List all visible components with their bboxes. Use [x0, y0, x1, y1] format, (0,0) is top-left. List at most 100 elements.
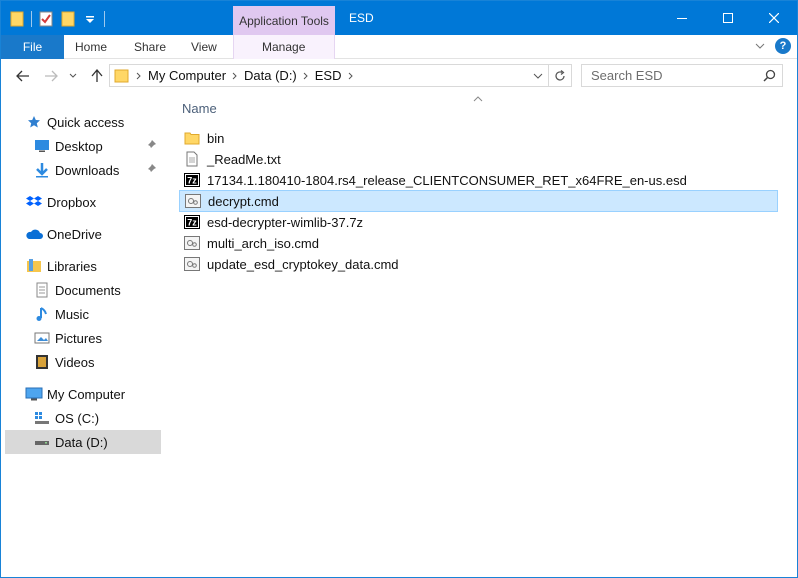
- up-button[interactable]: [87, 66, 107, 86]
- file-row[interactable]: 7z 17134.1.180410-1804.rs4_release_CLIEN…: [178, 169, 778, 191]
- cmd-file-icon: [183, 255, 201, 273]
- nav-quick-access[interactable]: Quick access: [25, 110, 161, 134]
- nav-label: Libraries: [47, 258, 97, 274]
- nav-pictures[interactable]: Pictures: [33, 326, 161, 350]
- nav-music[interactable]: Music: [33, 302, 161, 326]
- nav-dropbox[interactable]: Dropbox: [25, 190, 161, 214]
- folder-icon: [183, 129, 201, 147]
- desktop-icon: [33, 137, 51, 155]
- customize-toolbar-icon[interactable]: [82, 10, 98, 28]
- nav-downloads[interactable]: Downloads: [33, 158, 161, 182]
- expand-ribbon-icon[interactable]: [755, 39, 765, 53]
- recent-locations-icon[interactable]: [63, 66, 83, 86]
- chevron-right-icon[interactable]: [130, 72, 148, 80]
- nav-label: Documents: [55, 282, 121, 298]
- file-row[interactable]: _ReadMe.txt: [178, 148, 778, 170]
- videos-icon: [33, 353, 51, 371]
- toolbar-divider: [104, 11, 105, 27]
- nav-label: OS (C:): [55, 410, 100, 426]
- tab-share[interactable]: Share: [134, 35, 166, 59]
- toolbar-divider: [31, 11, 32, 27]
- file-name: decrypt.cmd: [208, 193, 279, 209]
- properties-icon[interactable]: [38, 10, 54, 28]
- pin-icon[interactable]: [145, 139, 157, 154]
- forward-button[interactable]: [41, 66, 61, 86]
- navigation-pane: Quick access Desktop Downloads Dropbox O…: [1, 94, 165, 576]
- nav-onedrive[interactable]: OneDrive: [25, 222, 161, 246]
- drive-d-icon: [33, 433, 51, 451]
- nav-label: Pictures: [55, 330, 102, 346]
- search-icon[interactable]: [763, 69, 776, 85]
- file-name: bin: [207, 130, 225, 146]
- ribbon-right-controls: ?: [755, 38, 791, 54]
- breadcrumb-esd[interactable]: ESD: [315, 68, 342, 83]
- svg-text:7z: 7z: [187, 218, 197, 228]
- downloads-icon: [33, 161, 51, 179]
- folder-icon: [114, 68, 130, 84]
- chevron-right-icon[interactable]: [297, 72, 315, 80]
- nav-label: Desktop: [55, 138, 103, 154]
- tab-manage[interactable]: Manage: [262, 35, 305, 59]
- refresh-button[interactable]: [549, 64, 572, 87]
- text-file-icon: [183, 150, 201, 168]
- quick-access-toolbar: [9, 9, 105, 29]
- close-button[interactable]: [751, 1, 797, 35]
- help-icon[interactable]: ?: [775, 38, 791, 54]
- breadcrumb: My Computer Data (D:) ESD: [110, 65, 360, 86]
- tab-view[interactable]: View: [191, 35, 217, 59]
- folder-icon[interactable]: [9, 10, 25, 28]
- minimize-button[interactable]: [659, 1, 705, 35]
- breadcrumb-data-d[interactable]: Data (D:): [244, 68, 297, 83]
- application-tools-context-tab: Application Tools: [233, 6, 335, 35]
- window-title: ESD: [349, 11, 374, 25]
- nav-label: Music: [55, 306, 89, 322]
- nav-label: OneDrive: [47, 226, 102, 242]
- nav-os-c[interactable]: OS (C:): [33, 406, 161, 430]
- music-icon: [33, 305, 51, 323]
- 7z-archive-icon: 7z: [183, 171, 201, 189]
- file-name: 17134.1.180410-1804.rs4_release_CLIENTCO…: [207, 172, 687, 188]
- nav-label: Downloads: [55, 162, 120, 178]
- nav-data-d[interactable]: Data (D:): [5, 430, 161, 454]
- 7z-archive-icon: 7z: [183, 213, 201, 231]
- address-dropdown-icon[interactable]: [530, 68, 546, 84]
- dropbox-icon: [25, 193, 43, 211]
- computer-icon: [25, 385, 43, 403]
- nav-libraries[interactable]: Libraries: [25, 254, 161, 278]
- nav-my-computer[interactable]: My Computer: [25, 382, 161, 406]
- file-row[interactable]: update_esd_cryptokey_data.cmd: [178, 253, 778, 275]
- nav-label: Videos: [55, 354, 95, 370]
- search-input[interactable]: [582, 68, 757, 83]
- libraries-icon: [25, 257, 43, 275]
- maximize-button[interactable]: [705, 1, 751, 35]
- breadcrumb-my-computer[interactable]: My Computer: [148, 68, 226, 83]
- nav-desktop[interactable]: Desktop: [33, 134, 161, 158]
- column-header-name[interactable]: Name: [182, 101, 217, 116]
- file-row[interactable]: decrypt.cmd: [179, 190, 778, 212]
- nav-label: My Computer: [47, 386, 126, 402]
- tab-home[interactable]: Home: [75, 35, 107, 59]
- nav-label: Dropbox: [47, 194, 97, 210]
- pictures-icon: [33, 329, 51, 347]
- chevron-right-icon[interactable]: [226, 72, 244, 80]
- drive-c-icon: [33, 409, 51, 427]
- pin-icon[interactable]: [145, 163, 157, 178]
- star-icon: [25, 113, 43, 131]
- chevron-right-icon[interactable]: [342, 72, 360, 80]
- file-row[interactable]: multi_arch_iso.cmd: [178, 232, 778, 254]
- documents-icon: [33, 281, 51, 299]
- file-name: update_esd_cryptokey_data.cmd: [207, 256, 399, 272]
- nav-documents[interactable]: Documents: [33, 278, 161, 302]
- explorer-window: Application Tools ESD File Home Share Vi…: [0, 0, 798, 578]
- file-row[interactable]: bin: [178, 127, 778, 149]
- cmd-file-icon: [184, 192, 202, 210]
- file-list: Name bin _ReadMe.txt 7z 17134.1.180410-1…: [165, 94, 797, 576]
- nav-videos[interactable]: Videos: [33, 350, 161, 374]
- file-name: multi_arch_iso.cmd: [207, 235, 319, 251]
- back-button[interactable]: [13, 66, 33, 86]
- address-bar[interactable]: My Computer Data (D:) ESD: [109, 64, 549, 87]
- file-row[interactable]: 7z esd-decrypter-wimlib-37.7z: [178, 211, 778, 233]
- new-folder-icon[interactable]: [60, 10, 76, 28]
- tab-file[interactable]: File: [1, 35, 64, 59]
- ribbon-tab-bar: File Home Share View Manage ?: [1, 35, 797, 59]
